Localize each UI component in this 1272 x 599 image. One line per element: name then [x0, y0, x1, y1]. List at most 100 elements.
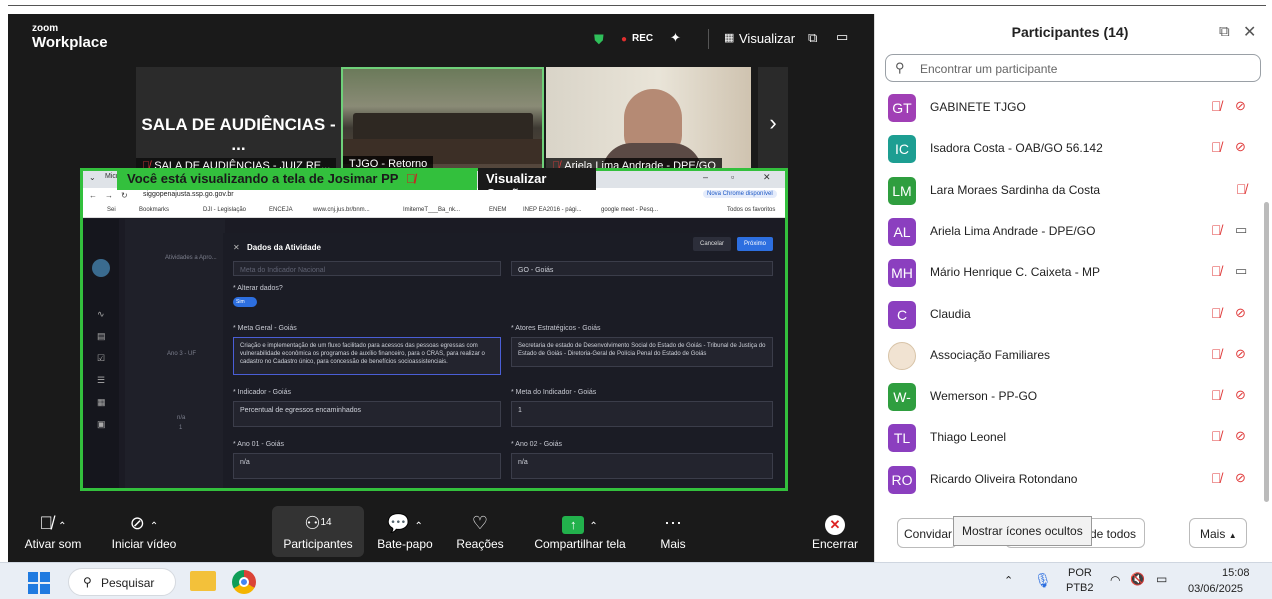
clock-time[interactable]: 15:08: [1222, 567, 1250, 579]
next-button[interactable]: Próximo: [737, 237, 774, 251]
check-icon[interactable]: ☑: [97, 353, 105, 364]
participant-row[interactable]: Associação Familiares 🎙̸ ⊘: [875, 335, 1265, 376]
bookmark-item[interactable]: google meet - Pesq...: [601, 207, 658, 213]
chart-icon[interactable]: ∿: [97, 309, 105, 320]
mute-button[interactable]: 🎙̸ ⌃ Ativar som: [18, 511, 88, 551]
battery-icon[interactable]: ▭: [1156, 572, 1167, 586]
rec-label[interactable]: REC: [632, 33, 653, 44]
chevron-down-icon[interactable]: ⌄: [89, 173, 96, 182]
more-button[interactable]: ⋯ Mais: [648, 511, 698, 551]
bookmark-item[interactable]: INEP EA2016 - pági...: [523, 207, 582, 213]
chrome-update-badge[interactable]: Nova Chrome disponível: [703, 190, 777, 198]
close-icon[interactable]: ✕: [1243, 22, 1256, 42]
nav-tab-label[interactable]: Atividades a Apro...: [165, 255, 217, 261]
mic-muted-icon[interactable]: 🎙̸: [1211, 387, 1222, 403]
participants-button[interactable]: ⚇14 Participantes: [272, 506, 364, 557]
bookmark-item[interactable]: ImitemeT___Ba_nk...: [403, 207, 460, 213]
mic-muted-icon[interactable]: 🎙̸: [1211, 139, 1222, 155]
windows-start-icon[interactable]: [28, 572, 50, 594]
list-icon[interactable]: ☰: [97, 375, 105, 386]
taskbar-search[interactable]: ⚲ Pesquisar: [68, 568, 176, 596]
close-icon[interactable]: ✕: [233, 243, 240, 252]
participant-row[interactable]: W- Wemerson - PP-GO 🎙̸ ⊘: [875, 376, 1265, 417]
uf-select[interactable]: GO - Goiás: [511, 261, 773, 276]
video-off-icon[interactable]: ⊘: [1235, 305, 1246, 321]
mic-muted-icon[interactable]: 🎙̸: [1211, 222, 1222, 238]
bookmark-item[interactable]: Todos os favoritos: [727, 207, 775, 213]
reactions-button[interactable]: ♡ Reações: [450, 511, 510, 551]
wifi-icon[interactable]: ◠: [1110, 573, 1120, 587]
bookmark-item[interactable]: Bookmarks: [139, 207, 169, 213]
volume-muted-icon[interactable]: 🔇: [1130, 572, 1145, 586]
search-input[interactable]: Encontrar um participante: [920, 62, 1057, 76]
mic-muted-icon[interactable]: 🎙̸: [1211, 98, 1222, 114]
video-tile-ariela[interactable]: 🎙̸ Ariela Lima Andrade - DPE/GO: [546, 67, 751, 178]
video-on-icon[interactable]: ▭: [1235, 222, 1247, 238]
forward-icon[interactable]: →: [105, 191, 113, 200]
participant-row[interactable]: MH Mário Henrique C. Caixeta - MP 🎙̸ ▭: [875, 252, 1265, 293]
video-off-icon[interactable]: ⊘: [1235, 139, 1246, 155]
participant-row[interactable]: GT GABINETE TJGO 🎙̸ ⊘: [875, 87, 1265, 128]
file-explorer-icon[interactable]: [190, 571, 216, 591]
sparkle-icon[interactable]: ✦: [670, 30, 681, 46]
meta-nacional-field[interactable]: Meta do Indicador Nacional: [233, 261, 501, 276]
grid-view-icon[interactable]: ▦: [724, 31, 734, 44]
end-meeting-button[interactable]: ✕ Encerrar: [806, 511, 864, 551]
bookmark-item[interactable]: ENEM: [489, 207, 506, 213]
participant-row[interactable]: C Claudia 🎙̸ ⊘: [875, 294, 1265, 335]
search-box[interactable]: ⚲ Encontrar um participante: [885, 54, 1261, 82]
microphone-icon[interactable]: 🎙: [1034, 572, 1052, 589]
cancel-button[interactable]: Cancelar: [693, 237, 732, 251]
atores-textarea[interactable]: Secretaria de estado de Desenvolvimento …: [511, 337, 773, 367]
picture-in-picture-icon[interactable]: ⧉: [808, 30, 817, 46]
video-tile-tjgo[interactable]: TJGO - Retorno: [341, 67, 544, 178]
mic-muted-icon[interactable]: 🎙̸: [1211, 263, 1222, 279]
reload-icon[interactable]: ↻: [121, 191, 128, 200]
ano2-field[interactable]: n/a: [511, 453, 773, 479]
video-on-icon[interactable]: ▭: [1235, 263, 1247, 279]
view-button[interactable]: Visualizar: [739, 31, 795, 46]
table-icon[interactable]: ▦: [97, 397, 106, 408]
clock-date[interactable]: 03/06/2025: [1188, 583, 1243, 595]
participant-row[interactable]: RO Ricardo Oliveira Rotondano 🎙̸ ⊘: [875, 459, 1265, 500]
chevron-up-icon[interactable]: ⌃: [1004, 574, 1013, 587]
document-icon[interactable]: ▤: [97, 331, 106, 342]
view-options-button[interactable]: Visualizar Opções: [478, 168, 596, 201]
start-video-button[interactable]: ⊘ ⌃ Iniciar vídeo: [104, 511, 184, 551]
video-off-icon[interactable]: ⊘: [1235, 470, 1246, 486]
share-screen-button[interactable]: ↑ ⌃ Compartilhar tela: [526, 511, 634, 551]
mic-muted-icon[interactable]: 🎙̸: [1211, 470, 1222, 486]
participant-row[interactable]: AL Ariela Lima Andrade - DPE/GO 🎙̸ ▭: [875, 211, 1265, 252]
mic-muted-icon[interactable]: 🎙̸: [1211, 428, 1222, 444]
invite-button[interactable]: Convidar: [897, 518, 957, 548]
ano1-field[interactable]: n/a: [233, 453, 501, 479]
panel-more-button[interactable]: Mais ▲: [1189, 518, 1247, 548]
chat-button[interactable]: 💬 ⌃ Bate-papo: [370, 511, 440, 551]
video-off-icon[interactable]: ⊘: [1235, 98, 1246, 114]
bookmark-item[interactable]: www.cnj.jus.br/bnm...: [313, 207, 370, 213]
minimize-icon[interactable]: –: [703, 172, 708, 182]
participant-row[interactable]: TL Thiago Leonel 🎙̸ ⊘: [875, 417, 1265, 458]
video-tile-sala[interactable]: SALA DE AUDIÊNCIAS - ... 🎙̸ SALA DE AUDIÊ…: [136, 67, 341, 178]
participant-row[interactable]: LM Lara Moraes Sardinha da Costa 🎙̸: [875, 170, 1265, 211]
bookmark-item[interactable]: DJI - Legislação: [203, 207, 246, 213]
mic-muted-icon[interactable]: 🎙̸: [1236, 181, 1247, 197]
back-icon[interactable]: ←: [89, 191, 97, 200]
popout-icon[interactable]: ⧉: [1219, 23, 1230, 40]
close-icon[interactable]: ✕: [763, 172, 771, 183]
chrome-icon[interactable]: [232, 570, 256, 594]
scrollbar[interactable]: [1264, 202, 1269, 502]
next-page-arrow-icon[interactable]: ›: [758, 67, 788, 178]
alterar-toggle[interactable]: Sim: [233, 297, 257, 307]
meta-geral-textarea[interactable]: Criação e implementação de um fluxo faci…: [233, 337, 501, 375]
language-bottom[interactable]: PTB2: [1066, 582, 1094, 594]
shield-icon[interactable]: ⛊: [594, 32, 604, 48]
bookmark-item[interactable]: ENCEJA: [269, 207, 293, 213]
indicador-field[interactable]: Percentual de egressos encaminhados: [233, 401, 501, 427]
language-top[interactable]: POR: [1068, 567, 1092, 579]
participant-row[interactable]: IC Isadora Costa - OAB/GO 56.142 🎙̸ ⊘: [875, 128, 1265, 169]
video-off-icon[interactable]: ⊘: [1235, 346, 1246, 362]
mic-muted-icon[interactable]: 🎙̸: [1211, 346, 1222, 362]
video-off-icon[interactable]: ⊘: [1235, 387, 1246, 403]
grid-icon[interactable]: ▣: [97, 419, 106, 430]
